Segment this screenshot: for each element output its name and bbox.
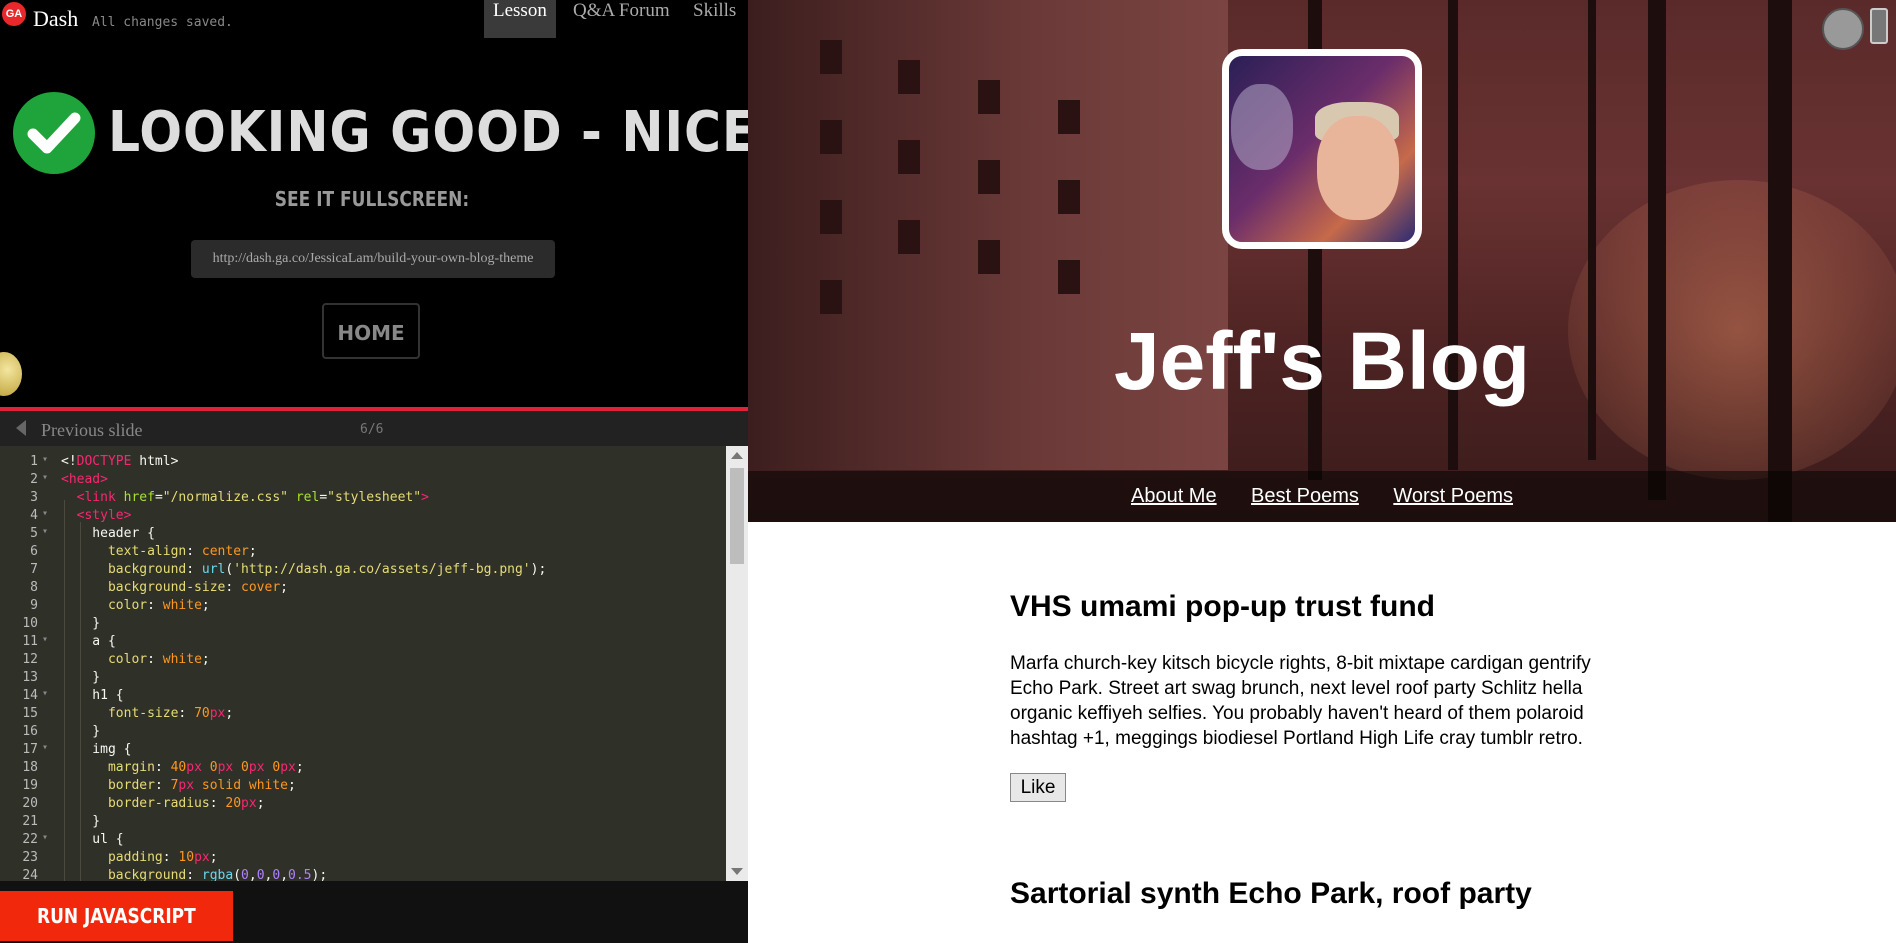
code-line: 24 background: rgba(0,0,0,0.5);	[22, 868, 328, 881]
code-line: 3 <link href="/normalize.css" rel="style…	[30, 490, 429, 505]
run-bar: RUN JAVASCRIPT	[0, 881, 748, 943]
code-line: 4 ▾ <style>	[30, 508, 132, 523]
save-status: All changes saved.	[92, 15, 233, 30]
face-shape	[1317, 116, 1399, 220]
lesson-pane: GA Dash All changes saved. Lesson Q&A Fo…	[0, 0, 748, 943]
window	[898, 220, 920, 254]
code-line: 2 ▾ <head>	[30, 472, 108, 487]
post-body-line: Marfa church-key kitsch bicycle rights, …	[1010, 653, 1591, 674]
code-line: 11 ▾ a {	[22, 634, 116, 649]
window	[978, 160, 1000, 194]
nav-about-me[interactable]: About Me	[1131, 485, 1217, 508]
code-line: 21 }	[22, 814, 101, 829]
slide-nav: Previous slide 6/6	[0, 411, 748, 446]
post-body-line: organic keffiyeh selfies. You probably h…	[1010, 703, 1584, 724]
code-line: 15 font-size: 70px;	[22, 706, 234, 721]
window	[820, 200, 842, 234]
blog-post: VHS umami pop-up trust fund	[1010, 590, 1650, 624]
blog-post: Sartorial synth Echo Park, roof party	[1010, 877, 1650, 911]
code-line: 20 border-radius: 20px;	[22, 796, 265, 811]
fullscreen-url[interactable]: http://dash.ga.co/JessicaLam/build-your-…	[191, 240, 555, 278]
code-line: 22 ▾ ul {	[22, 832, 124, 847]
window	[1058, 180, 1080, 214]
tab-lesson[interactable]: Lesson	[484, 0, 556, 38]
blog-nav: About Me Best Poems Worst Poems	[748, 471, 1896, 522]
window	[1058, 100, 1080, 134]
brand-name: Dash	[33, 6, 79, 31]
window	[1058, 260, 1080, 294]
fullscreen-label: SEE IT FULLSCREEN:	[274, 187, 470, 211]
window	[820, 120, 842, 154]
code-line: 19 border: 7px solid white;	[22, 778, 296, 793]
post-title: Sartorial synth Echo Park, roof party	[1010, 877, 1532, 910]
slide-counter: 6/6	[360, 422, 384, 437]
code-line: 18 margin: 40px 0px 0px 0px;	[22, 760, 304, 775]
code-line: 13 }	[22, 670, 101, 685]
preview-pane: Jeff's Blog About Me Best Poems Worst Po…	[748, 0, 1896, 943]
completion-title: LOOKING GOOD - NICE WORK!	[108, 100, 748, 165]
blog-header: Jeff's Blog About Me Best Poems Worst Po…	[748, 0, 1896, 522]
code-line: 6 text-align: center;	[30, 544, 257, 559]
code-line: 9 color: white;	[30, 598, 210, 613]
nav-best-poems[interactable]: Best Poems	[1251, 485, 1359, 508]
code-line: 16 }	[22, 724, 101, 739]
face-shape	[1231, 84, 1293, 170]
scroll-up-icon[interactable]	[731, 452, 743, 459]
tab-skills[interactable]: Skills	[684, 0, 745, 38]
code-line: 12 color: white;	[22, 652, 210, 667]
code-line: 5 ▾ header {	[30, 526, 155, 541]
editor-scrollbar[interactable]	[726, 446, 748, 881]
post-body: Marfa church-key kitsch bicycle rights, …	[1010, 651, 1650, 751]
code-line: 7 background: url('http://dash.ga.co/ass…	[30, 562, 547, 577]
ga-logo[interactable]: GA	[2, 2, 26, 26]
window	[898, 140, 920, 174]
code-line: 23 padding: 10px;	[22, 850, 218, 865]
blog-title: Jeff's Blog	[1114, 316, 1530, 407]
nav-worst-poems[interactable]: Worst Poems	[1393, 485, 1513, 508]
scroll-down-icon[interactable]	[731, 868, 743, 875]
code-line: 14 ▾ h1 {	[22, 688, 124, 703]
code-editor[interactable]: 1 ▾ <!DOCTYPE html> 2 ▾ <head> 3 <link href=…	[0, 446, 748, 881]
window	[820, 40, 842, 74]
like-button[interactable]: Like	[1010, 773, 1066, 802]
scroll-thumb[interactable]	[730, 468, 744, 564]
tab-qa-forum[interactable]: Q&A Forum	[564, 0, 679, 38]
tree-trunk	[1648, 0, 1666, 500]
profile-photo	[1222, 49, 1422, 249]
code-line: 17 ▾ img {	[22, 742, 132, 757]
window	[898, 60, 920, 94]
view-toggle[interactable]	[1822, 8, 1864, 50]
run-javascript-button[interactable]: RUN JAVASCRIPT	[0, 891, 233, 941]
post-body-line: hashtag +1, meggings biodiesel Portland …	[1010, 728, 1583, 749]
home-button[interactable]: HOME	[322, 303, 420, 359]
window	[820, 280, 842, 314]
post-body-line: Echo Park. Street art swag brunch, next …	[1010, 678, 1583, 699]
window	[978, 80, 1000, 114]
top-bar: GA Dash All changes saved. Lesson Q&A Fo…	[0, 0, 748, 38]
run-javascript-label: RUN JAVASCRIPT	[37, 904, 196, 928]
previous-slide-button[interactable]: Previous slide	[41, 420, 143, 441]
chevron-left-icon[interactable]	[16, 420, 26, 436]
code-line: 1 ▾ <!DOCTYPE html>	[30, 454, 179, 469]
tree-trunk	[1768, 0, 1792, 522]
mobile-view-icon[interactable]	[1870, 8, 1888, 44]
code-line: 8 background-size: cover;	[30, 580, 288, 595]
checkmark-icon	[13, 92, 95, 174]
post-title: VHS umami pop-up trust fund	[1010, 590, 1435, 623]
window	[978, 240, 1000, 274]
code-line: 10 }	[22, 616, 101, 631]
